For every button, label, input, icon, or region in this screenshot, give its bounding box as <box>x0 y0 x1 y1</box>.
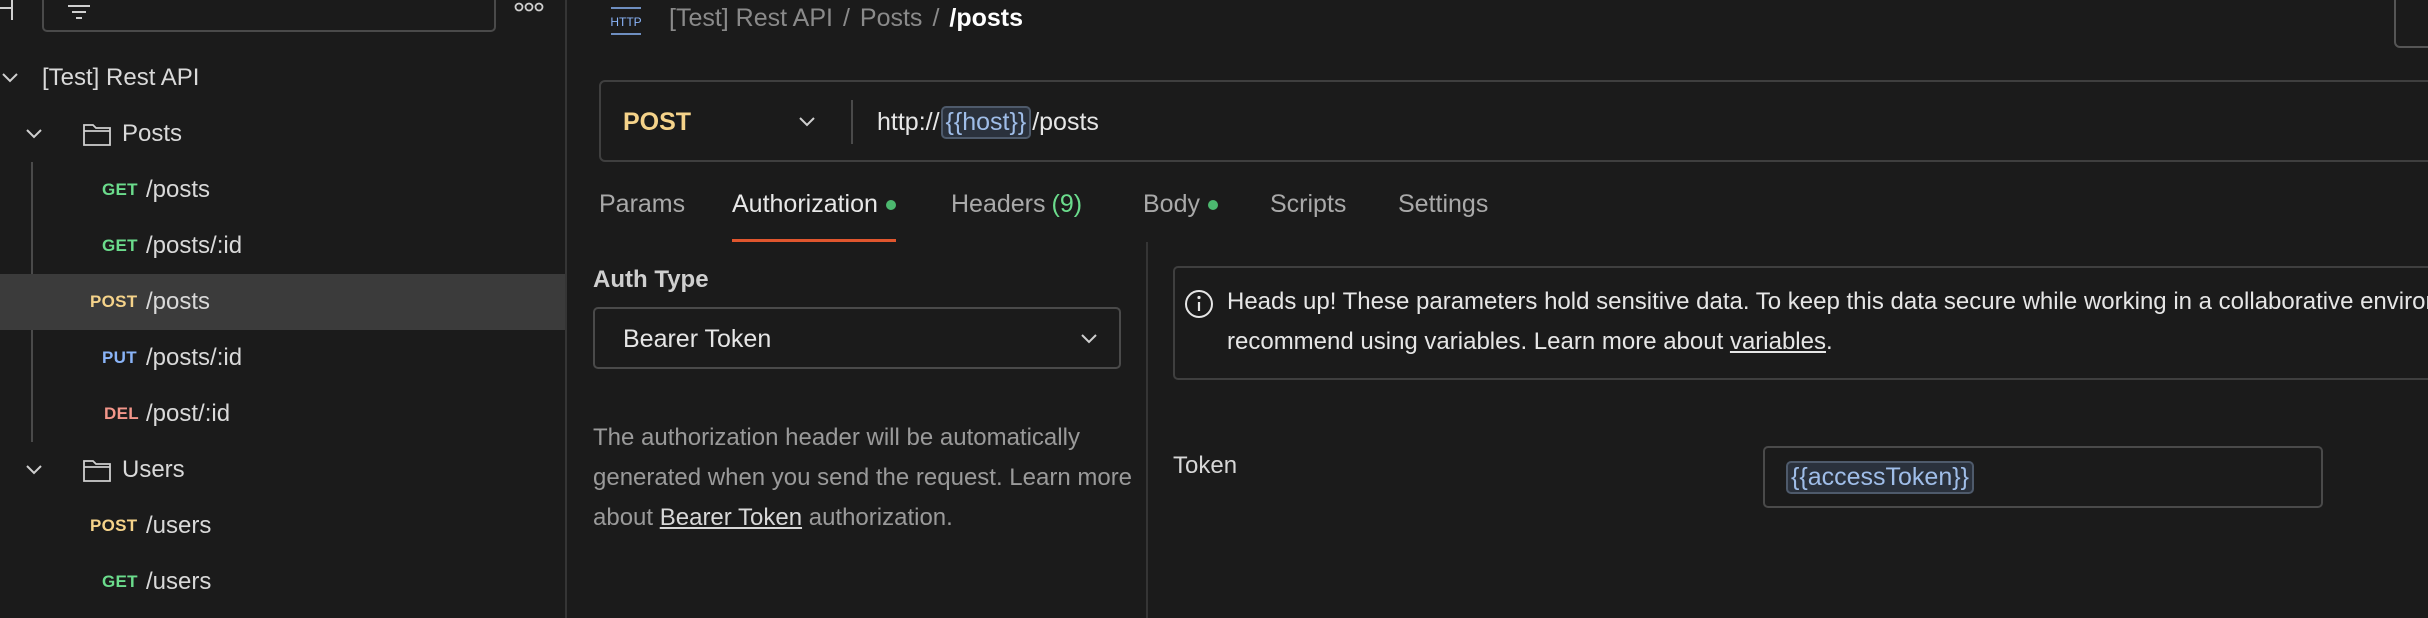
folder-icon <box>83 460 111 482</box>
folder-name: Posts <box>122 120 183 147</box>
auth-desc-text-end: authorization. <box>802 504 953 531</box>
breadcrumb: [Test] Rest API / Posts / /posts <box>669 4 1023 33</box>
filter-icon <box>68 5 90 19</box>
url-divider <box>851 100 853 144</box>
request-path: /users <box>146 568 212 595</box>
status-dot <box>1207 200 1218 211</box>
request-path: /posts <box>146 288 211 315</box>
request-path: /users <box>146 512 212 539</box>
tab-authorization[interactable]: Authorization <box>732 190 896 242</box>
tab-label: Settings <box>1398 190 1489 218</box>
variable-chip[interactable]: {{accessToken}} <box>1786 461 1974 494</box>
method-badge: GET <box>102 572 138 591</box>
url-prefix: http:// <box>877 108 940 136</box>
chevron-down-icon <box>1081 334 1097 344</box>
collection-row[interactable]: [Test] Rest API <box>0 50 565 106</box>
folder-name: Users <box>122 456 185 483</box>
layout-toggle-button[interactable] <box>2394 0 2428 48</box>
plus-icon[interactable] <box>0 0 24 20</box>
sidebar-toolbar <box>0 0 565 34</box>
active-tab-indicator <box>732 239 896 242</box>
request-path: /posts/:id <box>146 232 243 259</box>
sensitive-data-notice: Heads up! These parameters hold sensitiv… <box>1173 266 2428 380</box>
breadcrumb-separator: / <box>932 4 940 32</box>
http-request-icon: HTTP <box>610 7 642 35</box>
notice-text: Heads up! These parameters hold sensitiv… <box>1227 282 2428 362</box>
method-badge: POST <box>90 292 138 311</box>
method-badge: POST <box>90 516 138 535</box>
info-icon <box>1185 290 1213 318</box>
method-select[interactable]: POST <box>623 108 691 137</box>
tab-body[interactable]: Body <box>1143 190 1218 242</box>
request-row[interactable]: GET /posts/:id <box>0 218 565 274</box>
more-options-icon[interactable] <box>514 2 544 12</box>
chevron-down-icon[interactable] <box>24 460 44 480</box>
breadcrumb-collection[interactable]: [Test] Rest API <box>669 4 833 32</box>
folder-row-users[interactable]: Users <box>0 442 565 498</box>
tab-label: Scripts <box>1270 190 1347 218</box>
breadcrumb-folder[interactable]: Posts <box>860 4 923 32</box>
notice-line-2: recommend using variables. Learn more ab… <box>1227 322 2428 362</box>
url-bar: POST http://{{host}}/posts <box>599 80 2428 162</box>
status-dot <box>885 200 896 211</box>
request-path: /posts <box>146 176 211 203</box>
breadcrumb-separator: / <box>842 4 850 32</box>
notice-line-2-text: recommend using variables. Learn more ab… <box>1227 328 1730 355</box>
folder-icon <box>83 124 111 146</box>
tab-settings[interactable]: Settings <box>1398 190 1488 242</box>
tab-label: Body <box>1143 190 1200 218</box>
request-row[interactable]: POST /users <box>0 498 565 554</box>
request-row-active[interactable]: POST /posts <box>0 274 565 330</box>
tab-count: (9) <box>1051 190 1083 218</box>
tab-params[interactable]: Params <box>599 190 685 242</box>
chevron-down-icon[interactable] <box>797 112 817 132</box>
tab-label: Headers <box>951 190 1046 218</box>
sidebar: [Test] Rest API Posts GET /posts GET /po… <box>0 0 567 618</box>
filter-input[interactable] <box>42 0 496 32</box>
tab-headers[interactable]: Headers (9) <box>951 190 1082 242</box>
auth-type-select[interactable]: Bearer Token <box>593 307 1121 369</box>
method-badge: PUT <box>102 348 137 367</box>
request-row[interactable]: GET /posts <box>0 162 565 218</box>
tab-scripts[interactable]: Scripts <box>1270 190 1346 242</box>
chevron-down-icon[interactable] <box>0 68 20 88</box>
chevron-down-icon[interactable] <box>24 124 44 144</box>
panel-divider[interactable] <box>1146 242 1148 618</box>
method-badge: DEL <box>104 404 139 423</box>
method-badge: GET <box>102 236 138 255</box>
request-row[interactable]: GET /users <box>0 554 565 610</box>
request-path: /posts/:id <box>146 344 243 371</box>
tab-label: Authorization <box>732 190 878 218</box>
auth-description: The authorization header will be automat… <box>593 418 1133 538</box>
method-badge: GET <box>102 180 138 199</box>
request-row[interactable]: PUT /posts/:id <box>0 330 565 386</box>
notice-line-1: Heads up! These parameters hold sensitiv… <box>1227 288 2428 315</box>
token-label: Token <box>1173 452 1238 479</box>
collection-name: [Test] Rest API <box>42 64 200 91</box>
breadcrumb-current[interactable]: /posts <box>949 4 1023 32</box>
variable-chip[interactable]: {{host}} <box>940 106 1032 139</box>
url-input[interactable]: http://{{host}}/posts <box>877 106 1099 139</box>
request-row[interactable]: DEL /post/:id <box>0 386 565 442</box>
token-input[interactable]: {{accessToken}} <box>1763 446 2323 508</box>
folder-row-posts[interactable]: Posts <box>0 106 565 162</box>
request-editor: HTTP [Test] Rest API / Posts / /posts POST h… <box>569 0 2428 618</box>
tab-label: Params <box>599 190 686 218</box>
bearer-token-link[interactable]: Bearer Token <box>660 504 802 531</box>
auth-type-value: Bearer Token <box>623 325 772 353</box>
variables-link[interactable]: variables <box>1730 328 1826 355</box>
auth-type-label: Auth Type <box>593 266 709 293</box>
http-icon-label: HTTP <box>610 15 641 29</box>
url-suffix: /posts <box>1032 108 1099 136</box>
notice-line-2-end: . <box>1825 328 1833 355</box>
request-path: /post/:id <box>146 400 231 427</box>
